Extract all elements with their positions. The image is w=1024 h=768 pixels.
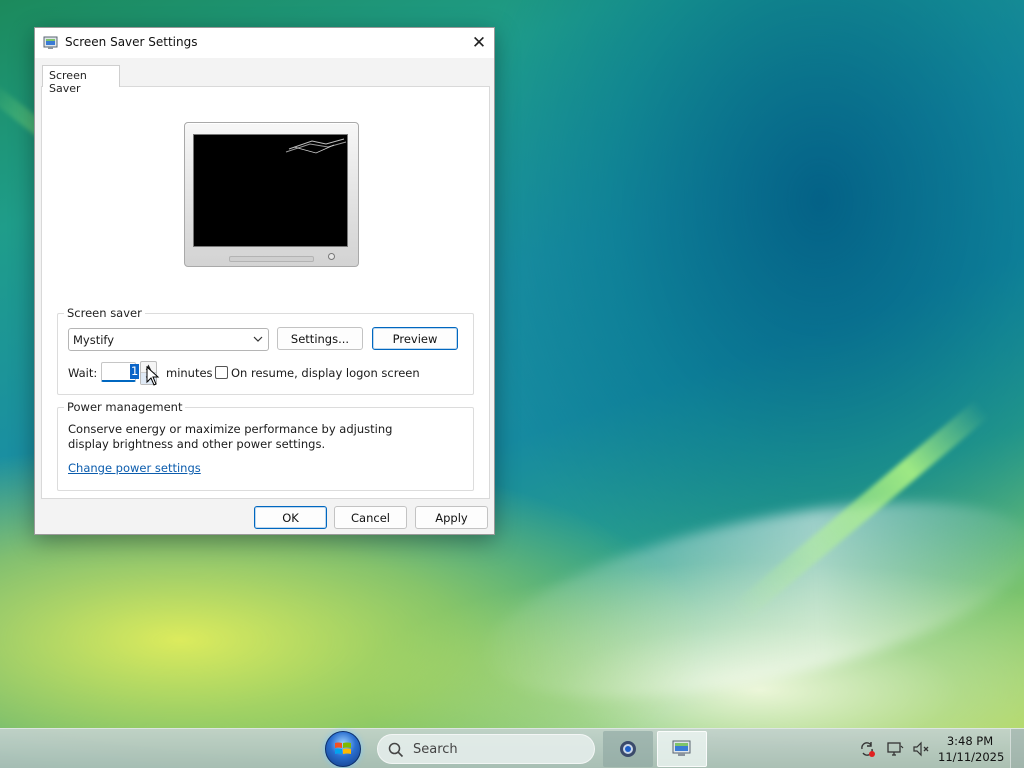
mouse-cursor-icon [146, 366, 160, 386]
title-bar[interactable]: Screen Saver Settings ✕ [35, 28, 494, 58]
screen-saver-group: Screen saver Mystify Settings... Preview… [57, 306, 474, 395]
screen-saver-app-icon [43, 36, 58, 49]
volume-muted-icon[interactable] [912, 740, 930, 758]
taskbar: Search 3:48 PM 11/11/2025 [0, 728, 1024, 768]
settings-gear-icon [620, 741, 636, 757]
logon-screen-checkbox[interactable] [215, 366, 228, 379]
apply-button[interactable]: Apply [415, 506, 488, 529]
clock-date: 11/11/2025 [938, 750, 1005, 764]
close-icon: ✕ [471, 33, 487, 53]
network-display-icon[interactable] [886, 740, 904, 758]
cancel-button[interactable]: Cancel [334, 506, 407, 529]
monitor-preview [184, 122, 359, 267]
taskbar-app-settings[interactable] [603, 731, 653, 767]
settings-button-label: Settings... [290, 331, 350, 346]
wallpaper-swoosh [730, 399, 990, 623]
ok-button[interactable]: OK [254, 506, 327, 529]
wait-label: Wait: [68, 366, 98, 380]
settings-button[interactable]: Settings... [277, 327, 363, 350]
taskbar-clock[interactable]: 3:48 PM 11/11/2025 [938, 733, 1005, 765]
ok-button-label: OK [282, 510, 299, 525]
taskbar-app-screen-saver-settings[interactable] [657, 731, 707, 767]
update-sync-icon[interactable] [858, 740, 876, 758]
cancel-button-label: Cancel [351, 510, 390, 525]
preview-screen [193, 134, 348, 247]
show-desktop-button[interactable] [1010, 729, 1024, 768]
tab-panel: Screen saver Mystify Settings... Preview… [41, 86, 490, 499]
wallpaper-swoosh [469, 463, 1024, 737]
close-button[interactable]: ✕ [464, 28, 494, 58]
preview-button-label: Preview [392, 331, 438, 346]
minutes-label: minutes [166, 366, 213, 380]
taskbar-search[interactable]: Search [377, 734, 595, 764]
logon-screen-checkbox-label[interactable]: On resume, display logon screen [231, 366, 420, 380]
monitor-power-led [328, 253, 335, 260]
mystify-preview-graphic [285, 138, 347, 154]
tab-label: Screen Saver [49, 69, 87, 95]
power-description: Conserve energy or maximize performance … [68, 422, 393, 451]
selected-screen-saver: Mystify [73, 333, 115, 347]
group-label: Screen saver [64, 306, 145, 320]
search-icon [388, 742, 404, 758]
windows-logo-icon [335, 742, 351, 754]
screen-saver-app-icon [672, 740, 691, 756]
screen-saver-select[interactable]: Mystify [68, 328, 269, 351]
monitor-stand [229, 256, 314, 262]
preview-button[interactable]: Preview [372, 327, 458, 350]
change-power-settings-link[interactable]: Change power settings [68, 461, 201, 475]
apply-button-label: Apply [435, 510, 468, 525]
chevron-down-icon [253, 336, 263, 342]
power-management-group: Power management Conserve energy or maxi… [57, 400, 474, 491]
clock-time: 3:48 PM [946, 734, 994, 748]
screen-saver-settings-dialog: Screen Saver Settings ✕ Screen Saver Scr… [34, 27, 495, 535]
start-button[interactable] [325, 731, 361, 767]
wait-minutes-value: 1 [130, 364, 140, 379]
search-placeholder: Search [413, 742, 458, 757]
group-label: Power management [64, 400, 186, 414]
wait-minutes-input[interactable]: 1 [101, 362, 140, 382]
window-title: Screen Saver Settings [65, 35, 198, 49]
tab-screen-saver[interactable]: Screen Saver [42, 65, 120, 95]
